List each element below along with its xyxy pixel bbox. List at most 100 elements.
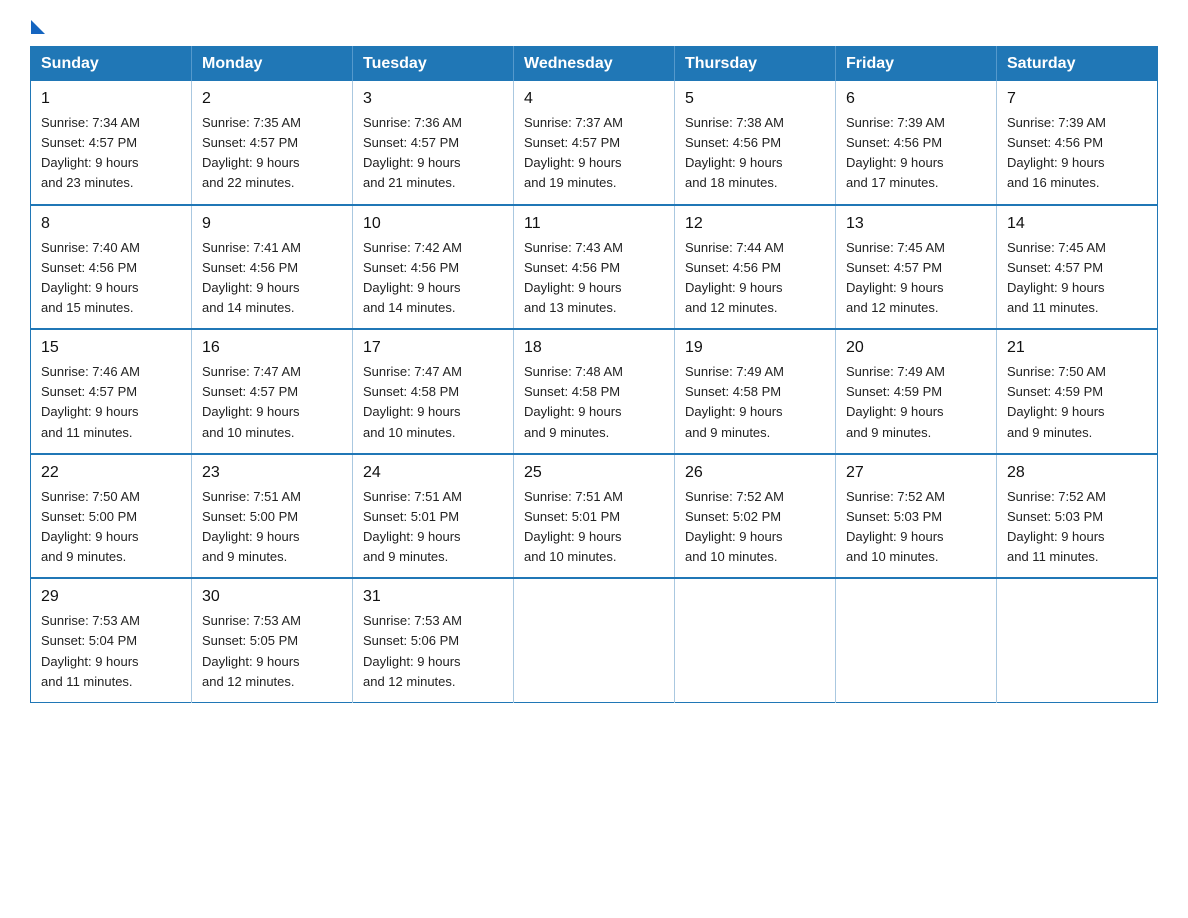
calendar-week-row: 22 Sunrise: 7:50 AMSunset: 5:00 PMDaylig… <box>31 454 1158 579</box>
calendar-cell: 21 Sunrise: 7:50 AMSunset: 4:59 PMDaylig… <box>997 329 1158 454</box>
day-info: Sunrise: 7:50 AMSunset: 4:59 PMDaylight:… <box>1007 364 1106 439</box>
day-info: Sunrise: 7:52 AMSunset: 5:03 PMDaylight:… <box>846 489 945 564</box>
logo-triangle-icon <box>31 20 45 34</box>
day-number: 19 <box>685 336 825 360</box>
day-number: 1 <box>41 87 181 111</box>
day-info: Sunrise: 7:39 AMSunset: 4:56 PMDaylight:… <box>846 115 945 190</box>
day-info: Sunrise: 7:53 AMSunset: 5:06 PMDaylight:… <box>363 613 462 688</box>
calendar-cell: 16 Sunrise: 7:47 AMSunset: 4:57 PMDaylig… <box>192 329 353 454</box>
calendar-cell: 8 Sunrise: 7:40 AMSunset: 4:56 PMDayligh… <box>31 205 192 330</box>
day-info: Sunrise: 7:49 AMSunset: 4:58 PMDaylight:… <box>685 364 784 439</box>
col-header-friday: Friday <box>836 47 997 82</box>
calendar-cell: 29 Sunrise: 7:53 AMSunset: 5:04 PMDaylig… <box>31 578 192 702</box>
calendar-cell: 28 Sunrise: 7:52 AMSunset: 5:03 PMDaylig… <box>997 454 1158 579</box>
col-header-thursday: Thursday <box>675 47 836 82</box>
calendar-cell <box>514 578 675 702</box>
day-number: 30 <box>202 585 342 609</box>
day-info: Sunrise: 7:47 AMSunset: 4:57 PMDaylight:… <box>202 364 301 439</box>
calendar-cell: 11 Sunrise: 7:43 AMSunset: 4:56 PMDaylig… <box>514 205 675 330</box>
calendar-header-row: SundayMondayTuesdayWednesdayThursdayFrid… <box>31 47 1158 82</box>
calendar-cell: 25 Sunrise: 7:51 AMSunset: 5:01 PMDaylig… <box>514 454 675 579</box>
col-header-wednesday: Wednesday <box>514 47 675 82</box>
calendar-cell: 10 Sunrise: 7:42 AMSunset: 4:56 PMDaylig… <box>353 205 514 330</box>
day-number: 16 <box>202 336 342 360</box>
calendar-cell: 30 Sunrise: 7:53 AMSunset: 5:05 PMDaylig… <box>192 578 353 702</box>
day-number: 5 <box>685 87 825 111</box>
calendar-week-row: 8 Sunrise: 7:40 AMSunset: 4:56 PMDayligh… <box>31 205 1158 330</box>
day-info: Sunrise: 7:51 AMSunset: 5:01 PMDaylight:… <box>363 489 462 564</box>
calendar-week-row: 1 Sunrise: 7:34 AMSunset: 4:57 PMDayligh… <box>31 81 1158 205</box>
day-number: 14 <box>1007 212 1147 236</box>
calendar-table: SundayMondayTuesdayWednesdayThursdayFrid… <box>30 46 1158 703</box>
day-number: 29 <box>41 585 181 609</box>
day-info: Sunrise: 7:53 AMSunset: 5:04 PMDaylight:… <box>41 613 140 688</box>
calendar-cell: 17 Sunrise: 7:47 AMSunset: 4:58 PMDaylig… <box>353 329 514 454</box>
calendar-cell: 5 Sunrise: 7:38 AMSunset: 4:56 PMDayligh… <box>675 81 836 205</box>
day-number: 31 <box>363 585 503 609</box>
day-number: 28 <box>1007 461 1147 485</box>
day-number: 21 <box>1007 336 1147 360</box>
day-number: 3 <box>363 87 503 111</box>
calendar-cell: 4 Sunrise: 7:37 AMSunset: 4:57 PMDayligh… <box>514 81 675 205</box>
page-header <box>30 20 1158 28</box>
day-number: 13 <box>846 212 986 236</box>
calendar-cell: 14 Sunrise: 7:45 AMSunset: 4:57 PMDaylig… <box>997 205 1158 330</box>
day-info: Sunrise: 7:45 AMSunset: 4:57 PMDaylight:… <box>1007 240 1106 315</box>
day-info: Sunrise: 7:40 AMSunset: 4:56 PMDaylight:… <box>41 240 140 315</box>
day-number: 10 <box>363 212 503 236</box>
calendar-cell <box>836 578 997 702</box>
calendar-cell: 12 Sunrise: 7:44 AMSunset: 4:56 PMDaylig… <box>675 205 836 330</box>
day-info: Sunrise: 7:47 AMSunset: 4:58 PMDaylight:… <box>363 364 462 439</box>
calendar-cell: 1 Sunrise: 7:34 AMSunset: 4:57 PMDayligh… <box>31 81 192 205</box>
day-info: Sunrise: 7:43 AMSunset: 4:56 PMDaylight:… <box>524 240 623 315</box>
calendar-cell: 27 Sunrise: 7:52 AMSunset: 5:03 PMDaylig… <box>836 454 997 579</box>
day-info: Sunrise: 7:51 AMSunset: 5:01 PMDaylight:… <box>524 489 623 564</box>
day-number: 22 <box>41 461 181 485</box>
day-info: Sunrise: 7:45 AMSunset: 4:57 PMDaylight:… <box>846 240 945 315</box>
day-info: Sunrise: 7:53 AMSunset: 5:05 PMDaylight:… <box>202 613 301 688</box>
day-number: 15 <box>41 336 181 360</box>
calendar-cell: 13 Sunrise: 7:45 AMSunset: 4:57 PMDaylig… <box>836 205 997 330</box>
day-number: 25 <box>524 461 664 485</box>
day-info: Sunrise: 7:52 AMSunset: 5:02 PMDaylight:… <box>685 489 784 564</box>
calendar-cell: 6 Sunrise: 7:39 AMSunset: 4:56 PMDayligh… <box>836 81 997 205</box>
calendar-week-row: 29 Sunrise: 7:53 AMSunset: 5:04 PMDaylig… <box>31 578 1158 702</box>
day-info: Sunrise: 7:46 AMSunset: 4:57 PMDaylight:… <box>41 364 140 439</box>
day-info: Sunrise: 7:52 AMSunset: 5:03 PMDaylight:… <box>1007 489 1106 564</box>
calendar-cell: 2 Sunrise: 7:35 AMSunset: 4:57 PMDayligh… <box>192 81 353 205</box>
day-number: 6 <box>846 87 986 111</box>
col-header-tuesday: Tuesday <box>353 47 514 82</box>
col-header-saturday: Saturday <box>997 47 1158 82</box>
calendar-cell: 20 Sunrise: 7:49 AMSunset: 4:59 PMDaylig… <box>836 329 997 454</box>
day-number: 12 <box>685 212 825 236</box>
day-number: 11 <box>524 212 664 236</box>
col-header-monday: Monday <box>192 47 353 82</box>
day-number: 20 <box>846 336 986 360</box>
calendar-cell <box>997 578 1158 702</box>
day-number: 7 <box>1007 87 1147 111</box>
day-info: Sunrise: 7:35 AMSunset: 4:57 PMDaylight:… <box>202 115 301 190</box>
day-number: 4 <box>524 87 664 111</box>
calendar-cell: 3 Sunrise: 7:36 AMSunset: 4:57 PMDayligh… <box>353 81 514 205</box>
day-number: 27 <box>846 461 986 485</box>
calendar-week-row: 15 Sunrise: 7:46 AMSunset: 4:57 PMDaylig… <box>31 329 1158 454</box>
calendar-cell: 9 Sunrise: 7:41 AMSunset: 4:56 PMDayligh… <box>192 205 353 330</box>
logo <box>30 20 45 28</box>
day-info: Sunrise: 7:51 AMSunset: 5:00 PMDaylight:… <box>202 489 301 564</box>
calendar-cell: 23 Sunrise: 7:51 AMSunset: 5:00 PMDaylig… <box>192 454 353 579</box>
calendar-cell: 7 Sunrise: 7:39 AMSunset: 4:56 PMDayligh… <box>997 81 1158 205</box>
calendar-cell: 26 Sunrise: 7:52 AMSunset: 5:02 PMDaylig… <box>675 454 836 579</box>
calendar-cell: 19 Sunrise: 7:49 AMSunset: 4:58 PMDaylig… <box>675 329 836 454</box>
calendar-cell: 22 Sunrise: 7:50 AMSunset: 5:00 PMDaylig… <box>31 454 192 579</box>
calendar-cell: 24 Sunrise: 7:51 AMSunset: 5:01 PMDaylig… <box>353 454 514 579</box>
calendar-cell: 31 Sunrise: 7:53 AMSunset: 5:06 PMDaylig… <box>353 578 514 702</box>
day-number: 17 <box>363 336 503 360</box>
day-number: 2 <box>202 87 342 111</box>
day-info: Sunrise: 7:36 AMSunset: 4:57 PMDaylight:… <box>363 115 462 190</box>
calendar-cell: 15 Sunrise: 7:46 AMSunset: 4:57 PMDaylig… <box>31 329 192 454</box>
col-header-sunday: Sunday <box>31 47 192 82</box>
calendar-cell: 18 Sunrise: 7:48 AMSunset: 4:58 PMDaylig… <box>514 329 675 454</box>
day-number: 23 <box>202 461 342 485</box>
day-info: Sunrise: 7:38 AMSunset: 4:56 PMDaylight:… <box>685 115 784 190</box>
day-info: Sunrise: 7:49 AMSunset: 4:59 PMDaylight:… <box>846 364 945 439</box>
